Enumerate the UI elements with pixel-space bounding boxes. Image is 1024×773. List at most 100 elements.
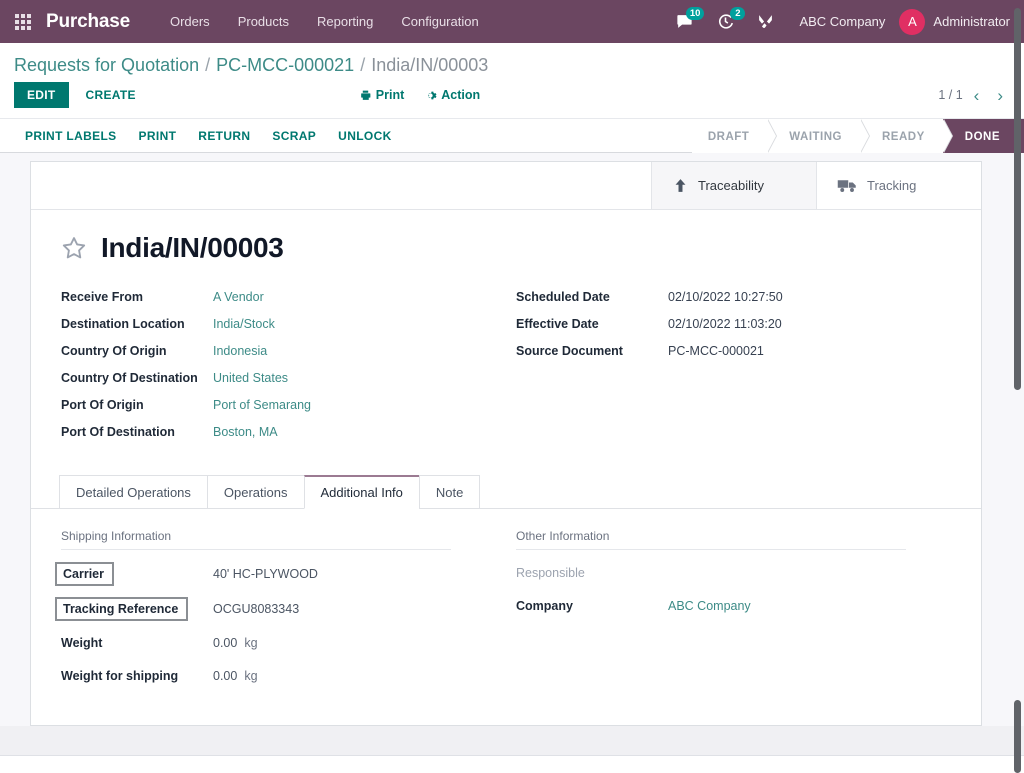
pager: 1 / 1 ‹ ›: [938, 87, 1010, 104]
field-value[interactable]: 02/10/2022 10:27:50: [668, 290, 783, 304]
pager-previous-button[interactable]: ‹: [967, 87, 987, 104]
activities-count-badge: 2: [730, 7, 746, 20]
avatar[interactable]: A: [899, 8, 926, 35]
navbar-systray: 10 2 ABC Company A Administrator: [664, 0, 1024, 43]
arrow-up-icon: [675, 179, 686, 192]
field-label: Port Of Destination: [61, 425, 175, 439]
field-value[interactable]: 0.00: [213, 669, 237, 683]
form-column-right: Scheduled Date 02/10/2022 10:27:50 Effec…: [506, 290, 951, 452]
field-label: Weight: [61, 636, 103, 650]
pager-next-button[interactable]: ›: [990, 87, 1010, 104]
breadcrumb-separator: /: [360, 55, 366, 75]
field-value[interactable]: ABC Company: [668, 599, 751, 613]
action-menu-button[interactable]: Action: [424, 88, 480, 102]
star-outline-icon[interactable]: [61, 235, 87, 261]
user-menu-button[interactable]: Administrator: [933, 14, 1014, 29]
active-company-label[interactable]: ABC Company: [785, 14, 899, 29]
print-label: Print: [375, 88, 405, 102]
return-button[interactable]: RETURN: [187, 129, 261, 143]
field-label: Port Of Origin: [61, 398, 144, 412]
smart-button-tracking[interactable]: Tracking: [816, 162, 981, 209]
field-label-highlight: Tracking Reference: [55, 597, 189, 621]
tab-operations[interactable]: Operations: [206, 475, 305, 509]
tab-detailed-operations[interactable]: Detailed Operations: [59, 475, 208, 509]
control-panel-buttons: EDIT CREATE Print Action 1 / 1 ‹ ›: [0, 82, 1024, 118]
field-label: Source Document: [516, 344, 623, 358]
field-label-wrapper: Tracking Reference: [55, 597, 213, 621]
breadcrumb: Requests for Quotation / PC-MCC-000021 /…: [0, 43, 1024, 82]
status-stage-ready[interactable]: READY: [860, 119, 953, 154]
field-value[interactable]: A Vendor: [213, 290, 264, 304]
field-label: Responsible: [516, 566, 585, 580]
field-label-highlight: Carrier: [55, 562, 114, 586]
bottom-strip: [0, 756, 1024, 773]
field-label: Weight for shipping: [61, 669, 179, 683]
unlock-button[interactable]: UNLOCK: [327, 129, 402, 143]
control-panel: Requests for Quotation / PC-MCC-000021 /…: [0, 43, 1024, 118]
scrap-button[interactable]: SCRAP: [261, 129, 327, 143]
field-value[interactable]: India/Stock: [213, 317, 275, 331]
field-carrier: Carrier 40' HC-PLYWOOD: [55, 562, 506, 586]
field-label: Destination Location: [61, 317, 185, 331]
smart-button-traceability-label: Traceability: [698, 178, 764, 193]
apps-menu-button[interactable]: [6, 0, 40, 43]
notebook: Detailed Operations Operations Additiona…: [31, 474, 981, 698]
field-value[interactable]: Indonesia: [213, 344, 267, 358]
field-receive-from: Receive From A Vendor: [61, 290, 506, 304]
app-brand-title[interactable]: Purchase: [46, 11, 130, 33]
breadcrumb-item-current: India/IN/00003: [371, 55, 489, 75]
nav-item-products[interactable]: Products: [224, 0, 303, 43]
create-button[interactable]: CREATE: [73, 82, 149, 108]
action-label: Action: [441, 88, 481, 102]
field-value[interactable]: Boston, MA: [213, 425, 278, 439]
messages-count-badge: 10: [685, 7, 705, 20]
nav-item-reporting[interactable]: Reporting: [303, 0, 387, 43]
field-company: Company ABC Company: [516, 595, 951, 617]
field-weight: Weight 0.00 kg: [61, 632, 506, 654]
group-title: Shipping Information: [61, 529, 451, 550]
group-other-information: Other Information Responsible Company AB…: [506, 529, 951, 698]
print-menu-button[interactable]: Print: [359, 88, 404, 102]
debug-menu-button[interactable]: [746, 0, 785, 43]
field-value[interactable]: OCGU8083343: [213, 602, 299, 616]
vertical-scrollbar-thumb-secondary[interactable]: [1014, 700, 1021, 773]
field-weight-for-shipping: Weight for shipping 0.00 kg: [61, 665, 506, 687]
pager-value: 1 / 1: [938, 88, 963, 102]
nav-item-orders[interactable]: Orders: [156, 0, 224, 43]
field-value[interactable]: PC-MCC-000021: [668, 344, 764, 358]
field-value[interactable]: United States: [213, 371, 288, 385]
field-responsible: Responsible: [516, 562, 951, 584]
activities-button[interactable]: 2: [705, 0, 746, 43]
status-stage-waiting[interactable]: WAITING: [767, 119, 870, 154]
nav-item-configuration[interactable]: Configuration: [387, 0, 492, 43]
breadcrumb-item-order[interactable]: PC-MCC-000021: [216, 55, 354, 76]
field-value[interactable]: 40' HC-PLYWOOD: [213, 567, 318, 581]
field-unit: kg: [244, 636, 258, 650]
print-button[interactable]: PRINT: [128, 129, 188, 143]
statusbar: PRINT LABELS PRINT RETURN SCRAP UNLOCK D…: [0, 118, 1024, 154]
status-stage-done[interactable]: DONE: [942, 119, 1024, 154]
print-labels-button[interactable]: PRINT LABELS: [14, 129, 128, 143]
field-value[interactable]: 02/10/2022 11:03:20: [668, 317, 782, 331]
field-port-of-origin: Port Of Origin Port of Semarang: [61, 398, 506, 412]
field-value[interactable]: 0.00: [213, 636, 237, 650]
status-pipeline: DRAFT WAITING READY DONE: [691, 119, 1024, 154]
smart-button-traceability[interactable]: Traceability: [651, 162, 816, 209]
tab-note[interactable]: Note: [418, 475, 481, 509]
field-label: Scheduled Date: [516, 290, 610, 304]
vertical-scrollbar-thumb[interactable]: [1014, 8, 1021, 390]
field-country-of-origin: Country Of Origin Indonesia: [61, 344, 506, 358]
tab-additional-info[interactable]: Additional Info: [303, 475, 420, 509]
record-title-row: India/IN/00003: [61, 232, 951, 264]
status-stage-draft[interactable]: DRAFT: [691, 119, 778, 154]
field-value[interactable]: Port of Semarang: [213, 398, 311, 412]
app-window: Purchase Orders Products Reporting Confi…: [0, 0, 1024, 773]
content-area: Traceability Tracking India/IN/00003 Rec…: [0, 153, 1024, 726]
breadcrumb-separator: /: [205, 55, 211, 75]
truck-icon: [837, 180, 856, 192]
tab-pane-additional-info: Shipping Information Carrier 40' HC-PLYW…: [55, 509, 951, 698]
breadcrumb-item-rfq[interactable]: Requests for Quotation: [14, 55, 199, 76]
edit-button[interactable]: EDIT: [14, 82, 69, 108]
group-shipping-information: Shipping Information Carrier 40' HC-PLYW…: [55, 529, 506, 698]
messages-button[interactable]: 10: [664, 0, 705, 43]
